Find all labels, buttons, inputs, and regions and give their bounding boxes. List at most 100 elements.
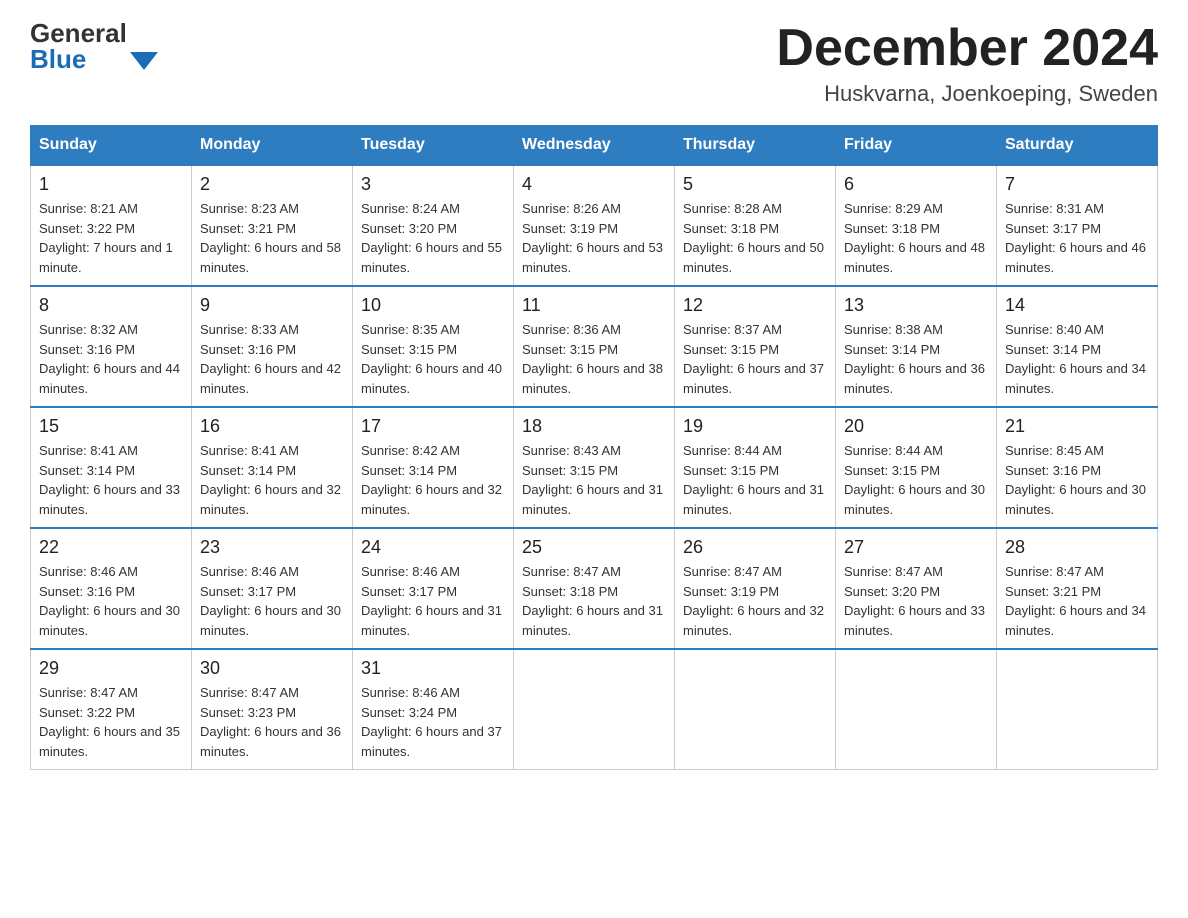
daylight-label: Daylight: 6 hours and 53 minutes.	[522, 240, 663, 275]
day-info: Sunrise: 8:31 AM Sunset: 3:17 PM Dayligh…	[1005, 199, 1149, 277]
day-info: Sunrise: 8:47 AM Sunset: 3:21 PM Dayligh…	[1005, 562, 1149, 640]
table-row: 6 Sunrise: 8:29 AM Sunset: 3:18 PM Dayli…	[836, 165, 997, 286]
sunrise-label: Sunrise: 8:33 AM	[200, 322, 299, 337]
day-info: Sunrise: 8:44 AM Sunset: 3:15 PM Dayligh…	[844, 441, 988, 519]
daylight-label: Daylight: 6 hours and 55 minutes.	[361, 240, 502, 275]
table-row: 14 Sunrise: 8:40 AM Sunset: 3:14 PM Dayl…	[997, 286, 1158, 407]
table-row: 24 Sunrise: 8:46 AM Sunset: 3:17 PM Dayl…	[353, 528, 514, 649]
table-row: 7 Sunrise: 8:31 AM Sunset: 3:17 PM Dayli…	[997, 165, 1158, 286]
sunset-label: Sunset: 3:20 PM	[844, 584, 940, 599]
daylight-label: Daylight: 6 hours and 32 minutes.	[361, 482, 502, 517]
sunrise-label: Sunrise: 8:46 AM	[361, 685, 460, 700]
sunrise-label: Sunrise: 8:47 AM	[1005, 564, 1104, 579]
table-row: 17 Sunrise: 8:42 AM Sunset: 3:14 PM Dayl…	[353, 407, 514, 528]
day-number: 8	[39, 295, 183, 316]
day-number: 14	[1005, 295, 1149, 316]
day-number: 18	[522, 416, 666, 437]
table-row	[997, 649, 1158, 770]
table-row	[514, 649, 675, 770]
table-row: 12 Sunrise: 8:37 AM Sunset: 3:15 PM Dayl…	[675, 286, 836, 407]
day-number: 28	[1005, 537, 1149, 558]
table-row: 31 Sunrise: 8:46 AM Sunset: 3:24 PM Dayl…	[353, 649, 514, 770]
sunrise-label: Sunrise: 8:28 AM	[683, 201, 782, 216]
table-row: 3 Sunrise: 8:24 AM Sunset: 3:20 PM Dayli…	[353, 165, 514, 286]
sunset-label: Sunset: 3:24 PM	[361, 705, 457, 720]
sunset-label: Sunset: 3:15 PM	[522, 342, 618, 357]
location-subtitle: Huskvarna, Joenkoeping, Sweden	[776, 81, 1158, 107]
sunrise-label: Sunrise: 8:47 AM	[683, 564, 782, 579]
day-number: 16	[200, 416, 344, 437]
day-info: Sunrise: 8:42 AM Sunset: 3:14 PM Dayligh…	[361, 441, 505, 519]
daylight-label: Daylight: 6 hours and 34 minutes.	[1005, 361, 1146, 396]
sunrise-label: Sunrise: 8:41 AM	[39, 443, 138, 458]
logo-general-text: General	[30, 20, 127, 46]
daylight-label: Daylight: 6 hours and 30 minutes.	[200, 603, 341, 638]
sunrise-label: Sunrise: 8:43 AM	[522, 443, 621, 458]
day-number: 2	[200, 174, 344, 195]
sunrise-label: Sunrise: 8:47 AM	[522, 564, 621, 579]
sunset-label: Sunset: 3:20 PM	[361, 221, 457, 236]
calendar-week-row: 1 Sunrise: 8:21 AM Sunset: 3:22 PM Dayli…	[31, 165, 1158, 286]
day-number: 6	[844, 174, 988, 195]
table-row: 8 Sunrise: 8:32 AM Sunset: 3:16 PM Dayli…	[31, 286, 192, 407]
col-thursday: Thursday	[675, 126, 836, 166]
sunrise-label: Sunrise: 8:29 AM	[844, 201, 943, 216]
sunset-label: Sunset: 3:17 PM	[361, 584, 457, 599]
sunset-label: Sunset: 3:17 PM	[200, 584, 296, 599]
daylight-label: Daylight: 6 hours and 31 minutes.	[361, 603, 502, 638]
table-row: 1 Sunrise: 8:21 AM Sunset: 3:22 PM Dayli…	[31, 165, 192, 286]
daylight-label: Daylight: 6 hours and 46 minutes.	[1005, 240, 1146, 275]
col-saturday: Saturday	[997, 126, 1158, 166]
daylight-label: Daylight: 6 hours and 32 minutes.	[200, 482, 341, 517]
daylight-label: Daylight: 6 hours and 30 minutes.	[844, 482, 985, 517]
logo-text: General Blue	[30, 20, 127, 72]
sunset-label: Sunset: 3:22 PM	[39, 221, 135, 236]
daylight-label: Daylight: 6 hours and 48 minutes.	[844, 240, 985, 275]
logo: General Blue	[30, 20, 158, 72]
day-number: 25	[522, 537, 666, 558]
sunrise-label: Sunrise: 8:44 AM	[844, 443, 943, 458]
daylight-label: Daylight: 6 hours and 40 minutes.	[361, 361, 502, 396]
day-info: Sunrise: 8:38 AM Sunset: 3:14 PM Dayligh…	[844, 320, 988, 398]
table-row: 30 Sunrise: 8:47 AM Sunset: 3:23 PM Dayl…	[192, 649, 353, 770]
table-row: 11 Sunrise: 8:36 AM Sunset: 3:15 PM Dayl…	[514, 286, 675, 407]
day-number: 12	[683, 295, 827, 316]
sunset-label: Sunset: 3:14 PM	[39, 463, 135, 478]
daylight-label: Daylight: 6 hours and 31 minutes.	[522, 603, 663, 638]
day-number: 11	[522, 295, 666, 316]
day-number: 5	[683, 174, 827, 195]
day-number: 23	[200, 537, 344, 558]
day-info: Sunrise: 8:46 AM Sunset: 3:17 PM Dayligh…	[361, 562, 505, 640]
table-row: 23 Sunrise: 8:46 AM Sunset: 3:17 PM Dayl…	[192, 528, 353, 649]
sunset-label: Sunset: 3:18 PM	[844, 221, 940, 236]
daylight-label: Daylight: 6 hours and 42 minutes.	[200, 361, 341, 396]
daylight-label: Daylight: 6 hours and 32 minutes.	[683, 603, 824, 638]
daylight-label: Daylight: 6 hours and 36 minutes.	[200, 724, 341, 759]
day-info: Sunrise: 8:44 AM Sunset: 3:15 PM Dayligh…	[683, 441, 827, 519]
day-info: Sunrise: 8:21 AM Sunset: 3:22 PM Dayligh…	[39, 199, 183, 277]
day-info: Sunrise: 8:47 AM Sunset: 3:18 PM Dayligh…	[522, 562, 666, 640]
day-number: 9	[200, 295, 344, 316]
sunset-label: Sunset: 3:16 PM	[1005, 463, 1101, 478]
sunrise-label: Sunrise: 8:42 AM	[361, 443, 460, 458]
day-number: 3	[361, 174, 505, 195]
sunset-label: Sunset: 3:21 PM	[200, 221, 296, 236]
daylight-label: Daylight: 6 hours and 38 minutes.	[522, 361, 663, 396]
sunrise-label: Sunrise: 8:40 AM	[1005, 322, 1104, 337]
title-section: December 2024 Huskvarna, Joenkoeping, Sw…	[776, 20, 1158, 107]
calendar-week-row: 15 Sunrise: 8:41 AM Sunset: 3:14 PM Dayl…	[31, 407, 1158, 528]
sunrise-label: Sunrise: 8:32 AM	[39, 322, 138, 337]
daylight-label: Daylight: 6 hours and 35 minutes.	[39, 724, 180, 759]
sunrise-label: Sunrise: 8:36 AM	[522, 322, 621, 337]
table-row: 10 Sunrise: 8:35 AM Sunset: 3:15 PM Dayl…	[353, 286, 514, 407]
table-row: 5 Sunrise: 8:28 AM Sunset: 3:18 PM Dayli…	[675, 165, 836, 286]
day-info: Sunrise: 8:43 AM Sunset: 3:15 PM Dayligh…	[522, 441, 666, 519]
daylight-label: Daylight: 6 hours and 31 minutes.	[522, 482, 663, 517]
day-info: Sunrise: 8:24 AM Sunset: 3:20 PM Dayligh…	[361, 199, 505, 277]
day-info: Sunrise: 8:46 AM Sunset: 3:24 PM Dayligh…	[361, 683, 505, 761]
sunrise-label: Sunrise: 8:47 AM	[200, 685, 299, 700]
sunset-label: Sunset: 3:14 PM	[361, 463, 457, 478]
day-number: 30	[200, 658, 344, 679]
day-number: 20	[844, 416, 988, 437]
sunrise-label: Sunrise: 8:38 AM	[844, 322, 943, 337]
